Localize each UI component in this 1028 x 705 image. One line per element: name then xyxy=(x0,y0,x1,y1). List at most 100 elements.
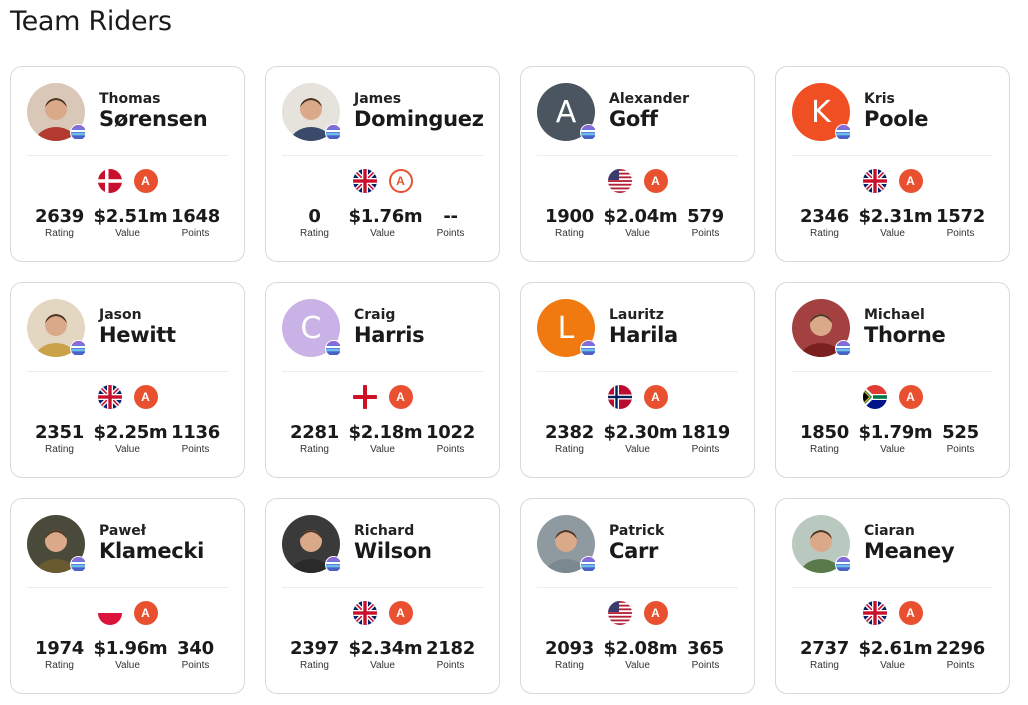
value-amount: $2.04m xyxy=(603,206,678,227)
stat-rating: 2351 Rating xyxy=(26,423,94,456)
stat-value: $2.61m Value xyxy=(859,639,933,672)
stat-value: $1.76m Value xyxy=(349,207,423,240)
category-badge: A xyxy=(643,385,668,409)
rider-card[interactable]: Jason Hewitt A 2351 Rating $2.25m Value 1136 Poi… xyxy=(10,282,245,478)
stat-points: 2182 Points xyxy=(417,639,485,672)
points-label: Points xyxy=(946,444,975,455)
rider-stats: 2351 Rating $2.25m Value 1136 Points xyxy=(11,423,244,456)
points-label: Points xyxy=(181,228,210,239)
rider-first-name: Lauritz xyxy=(609,307,664,323)
avatar-container xyxy=(27,515,87,573)
rider-card[interactable]: Paweł Klamecki A 1974 Rating $1.96m Value 340 Po… xyxy=(10,498,245,694)
avatar-initial: K xyxy=(811,94,831,130)
rider-card[interactable]: C Craig Harris A 2281 Rating $2.18m Value 1022 Po… xyxy=(265,282,500,478)
country-flag-icon xyxy=(97,385,122,409)
stat-value: $2.08m Value xyxy=(604,639,678,672)
country-flag-icon xyxy=(352,385,377,409)
divider xyxy=(792,155,993,156)
rider-last-name: Sørensen xyxy=(99,107,208,131)
divider xyxy=(27,371,228,372)
rider-card[interactable]: L Lauritz Harila A 2382 Rating $2.30m Value 1819… xyxy=(520,282,755,478)
rider-card[interactable]: James Dominguez A 0 Rating $1.76m Value -- Point… xyxy=(265,66,500,262)
rider-badges: A xyxy=(266,169,499,193)
avatar-initial: L xyxy=(557,310,575,346)
divider xyxy=(282,587,483,588)
rating-label: Rating xyxy=(810,444,839,455)
value-amount: $2.31m xyxy=(858,206,933,227)
stat-points: 365 Points xyxy=(672,639,740,672)
rider-stats: 1974 Rating $1.96m Value 340 Points xyxy=(11,639,244,672)
points-value: 1572 xyxy=(936,206,985,227)
category-badge: A xyxy=(133,169,158,193)
stat-rating: 2346 Rating xyxy=(791,207,859,240)
rider-badges: A xyxy=(521,601,754,625)
value-label: Value xyxy=(115,660,140,671)
category-badge: A xyxy=(643,169,668,193)
country-flag-icon xyxy=(97,169,122,193)
stat-value: $2.31m Value xyxy=(858,206,933,240)
rating-label: Rating xyxy=(45,444,74,455)
stat-value: $2.25m Value xyxy=(94,423,168,456)
rider-badges: A xyxy=(521,385,754,409)
category-badge: A xyxy=(133,601,158,625)
rider-first-name: Paweł xyxy=(99,523,146,539)
rider-first-name: Alexander xyxy=(609,91,689,107)
points-label: Points xyxy=(691,228,720,239)
team-badge-icon xyxy=(835,124,852,141)
rider-name: Kris Poole xyxy=(864,91,928,131)
rider-badges: A xyxy=(776,601,1009,625)
points-value: 579 xyxy=(687,206,724,227)
stat-points: 2296 Points xyxy=(927,639,995,672)
rider-card[interactable]: Ciaran Meaney A 2737 Rating $2.61m Value 2296 Po… xyxy=(775,498,1010,694)
stat-value: $1.96m Value xyxy=(94,639,168,672)
rider-card[interactable]: Thomas Sørensen A 2639 Rating $2.51m Value 1648… xyxy=(10,66,245,262)
points-value: 1819 xyxy=(681,422,730,443)
rating-value: 0 xyxy=(308,206,321,227)
team-badge-icon xyxy=(70,556,87,573)
category-badge: A xyxy=(388,385,413,409)
rider-first-name: James xyxy=(354,91,402,107)
rider-card[interactable]: Michael Thorne A 1850 Rating $1.79m Value 525 Po… xyxy=(775,282,1010,478)
points-label: Points xyxy=(946,660,975,671)
stat-rating: 2639 Rating xyxy=(26,207,94,240)
stat-value: $1.79m Value xyxy=(858,422,933,456)
value-label: Value xyxy=(370,660,395,671)
rider-first-name: Ciaran xyxy=(864,523,915,539)
avatar-container xyxy=(282,515,342,573)
rider-name: Thomas Sørensen xyxy=(99,91,208,131)
rating-label: Rating xyxy=(810,660,839,671)
category-badge: A xyxy=(133,385,158,409)
rating-value: 2093 xyxy=(545,638,594,659)
rider-card[interactable]: Richard Wilson A 2397 Rating $2.34m Value 2182 P… xyxy=(265,498,500,694)
rider-name: Michael Thorne xyxy=(864,307,946,347)
rating-label: Rating xyxy=(555,444,584,455)
rider-badges: A xyxy=(776,169,1009,193)
divider xyxy=(282,155,483,156)
points-label: Points xyxy=(181,660,210,671)
value-label: Value xyxy=(115,444,140,455)
stat-rating: 2397 Rating xyxy=(281,639,349,672)
avatar-container xyxy=(27,299,87,357)
rider-card[interactable]: A Alexander Goff A 1900 Rating $2.04m Value 579 P… xyxy=(520,66,755,262)
page-title: Team Riders xyxy=(10,6,172,37)
value-amount: $2.18m xyxy=(348,422,423,443)
rating-label: Rating xyxy=(810,228,839,239)
value-label: Value xyxy=(115,228,140,239)
rider-name: Patrick Carr xyxy=(609,523,664,563)
value-amount: $1.79m xyxy=(858,422,933,443)
rider-first-name: Jason xyxy=(99,307,142,323)
rider-card[interactable]: Patrick Carr A 2093 Rating $2.08m Value 365 Poin… xyxy=(520,498,755,694)
avatar-initial: C xyxy=(300,310,322,346)
rider-name: Richard Wilson xyxy=(354,523,432,563)
rider-stats: 2382 Rating $2.30m Value 1819 Points xyxy=(521,422,754,456)
category-badge: A xyxy=(643,601,668,625)
rider-card[interactable]: K Kris Poole A 2346 Rating $2.31m Value 1572 Poin… xyxy=(775,66,1010,262)
points-label: Points xyxy=(181,444,210,455)
rider-last-name: Goff xyxy=(609,107,658,131)
divider xyxy=(537,587,738,588)
value-label: Value xyxy=(880,660,905,671)
rider-name: Jason Hewitt xyxy=(99,307,176,347)
rating-label: Rating xyxy=(555,660,584,671)
avatar-initial: A xyxy=(555,94,577,130)
rider-stats: 2093 Rating $2.08m Value 365 Points xyxy=(521,638,754,672)
